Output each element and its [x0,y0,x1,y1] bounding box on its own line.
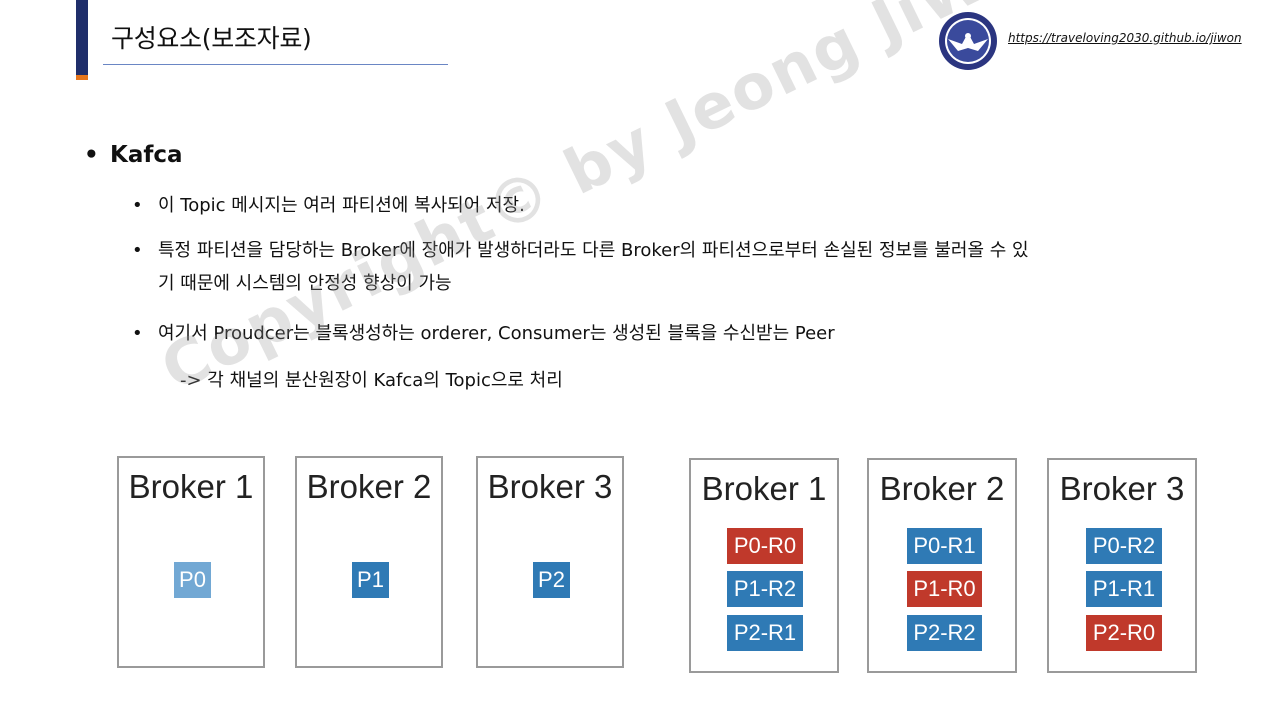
bullet-item: • 이 Topic 메시지는 여러 파티션에 복사되어 저장. [132,189,1038,222]
main-bullet: • Kafca [84,142,183,168]
partition-block: P0 [174,562,211,598]
partition-block: P2 [533,562,570,598]
broker-name: Broker 1 [701,470,827,507]
partition-block: P1-R0 [907,571,982,607]
broker-box: Broker 3 P2 [476,456,624,668]
broker-box: Broker 1 P0-R0 P1-R2 P2-R1 [689,458,839,673]
partition-block: P2-R1 [727,615,803,651]
partition-block: P0-R1 [907,528,982,564]
partition-block: P1-R2 [727,571,803,607]
partition-block: P0-R0 [727,528,803,564]
broker-name: Broker 2 [879,470,1005,507]
broker-name: Broker 3 [1059,470,1185,507]
bullet-text: 이 Topic 메시지는 여러 파티션에 복사되어 저장. [158,195,525,216]
broker-box: Broker 3 P0-R2 P1-R1 P2-R0 [1047,458,1197,673]
partition-block: P0-R2 [1086,528,1162,564]
partition-block: P2-R0 [1086,615,1162,651]
partition-block: P2-R2 [907,615,982,651]
bullet-item: • 특정 파티션을 담당하는 Broker에 장애가 발생하더라도 다른 Brok… [132,234,1038,300]
broker-name: Broker 3 [487,468,613,505]
broker-name: Broker 2 [306,468,432,505]
bullet-item: • 여기서 Proudcer는 블록생성하는 orderer, Consumer는… [132,317,1038,350]
main-bullet-text: Kafca [110,142,183,168]
bullet-text: 특정 파티션을 담당하는 Broker에 장애가 발생하더라도 다른 Broke… [158,240,1029,294]
broker-name: Broker 1 [128,468,254,505]
broker-box: Broker 2 P0-R1 P1-R0 P2-R2 [867,458,1017,673]
sub-line: -> 각 채널의 분산원장이 Kafca의 Topic으로 처리 [180,370,563,391]
broker-box: Broker 2 P1 [295,456,443,668]
broker-box: Broker 1 P0 [117,456,265,668]
bullet-text: 여기서 Proudcer는 블록생성하는 orderer, Consumer는 … [158,323,835,344]
partition-block: P1-R1 [1086,571,1162,607]
partition-block: P1 [352,562,389,598]
